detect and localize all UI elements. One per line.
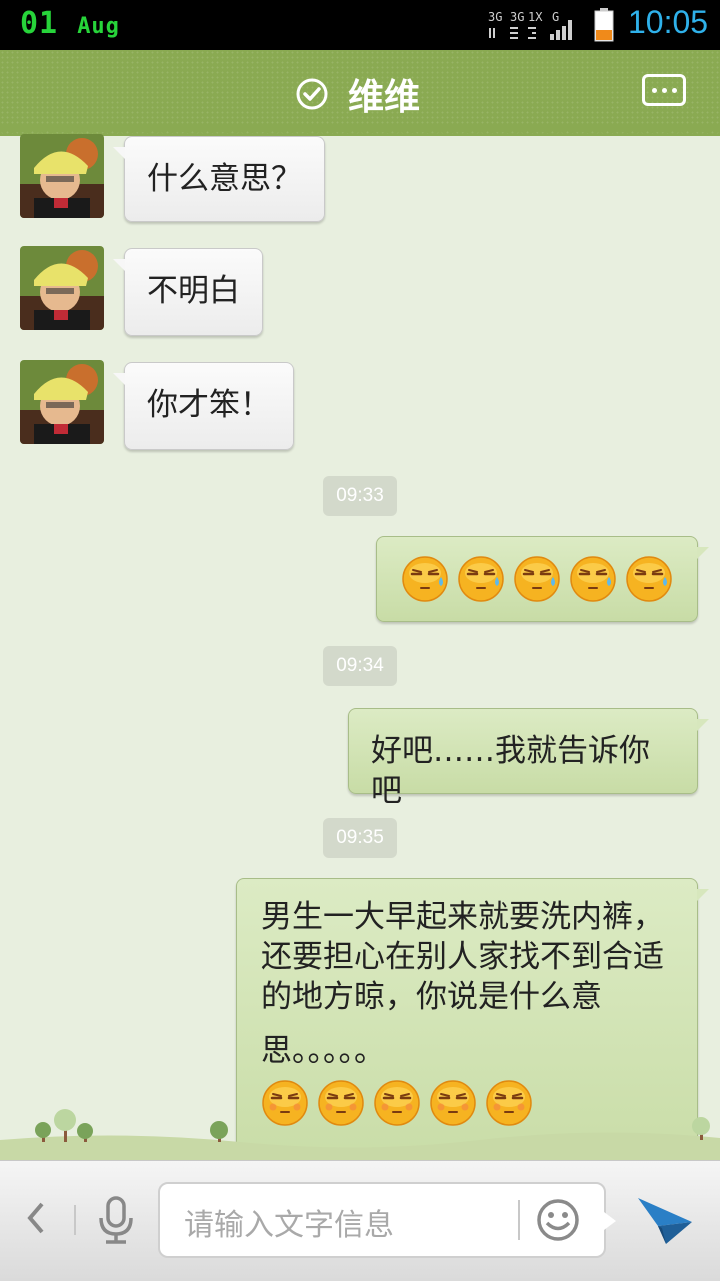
network-label-3: 1X [528,10,543,24]
friend-avatar[interactable] [20,360,104,444]
divider [518,1200,520,1240]
emoji-row [401,555,673,603]
message-text: 你才笨！ [147,387,271,423]
sweat-face-icon [514,556,560,602]
status-time: 10:05 [628,4,709,40]
microphone-icon[interactable] [96,1196,136,1244]
message-bubble-incoming[interactable]: 你才笨！ [113,362,294,450]
friend-avatar[interactable] [20,246,104,330]
chat-title-area: 维维 [296,70,420,118]
signal-icon: 3G 3G 1X G [488,10,572,40]
network-label-2: 3G [510,10,524,24]
message-timestamp: 09:34 [323,646,397,686]
divider [74,1205,76,1235]
message-timestamp: 09:35 [323,818,397,858]
battery-icon [594,8,614,42]
header-scalloped-edge [0,126,720,133]
chat-title[interactable]: 维维 [348,68,420,120]
check-circle-icon [296,78,328,110]
message-timestamp: 09:33 [323,476,397,516]
message-bubble-outgoing[interactable]: 好吧……我就告诉你吧 [348,708,709,809]
status-bar: 01 Aug 3G 3G 1X G 10:05 [0,0,720,50]
status-date-day: 01 [20,6,59,41]
message-text: 不明白 [147,273,240,309]
more-options-button[interactable] [642,74,686,106]
chevron-left-icon[interactable] [24,1198,48,1238]
sweat-face-icon [570,556,616,602]
send-icon[interactable] [636,1192,694,1246]
more-options-icon [651,87,657,93]
message-bubble-incoming[interactable]: 不明白 [113,248,263,336]
network-label-4: G [552,10,559,24]
network-label-1: 3G [488,10,502,24]
message-bubble-incoming[interactable]: 什么意思？ [113,136,325,222]
sweat-face-icon [458,556,504,602]
friend-avatar[interactable] [20,134,104,218]
message-text: 什么意思？ [147,161,302,197]
message-text-tail: 思。。。。。 [261,1033,385,1069]
message-text: 男生一大早起来就要洗内裤，还要担心在别人家找不到合适的地方晾，你说是什么意 [261,899,664,1015]
status-date-month: Aug [77,14,120,39]
sweat-face-icon [626,556,672,602]
message-bubble-outgoing[interactable] [376,536,709,622]
message-input-placeholder: 请输入文字信息 [184,1208,394,1243]
message-text: 好吧……我就告诉你吧 [371,733,650,809]
smiley-icon[interactable] [536,1198,580,1242]
status-date: 01 Aug [20,6,120,41]
sweat-face-icon [402,556,448,602]
landscape-decoration [0,1109,720,1162]
